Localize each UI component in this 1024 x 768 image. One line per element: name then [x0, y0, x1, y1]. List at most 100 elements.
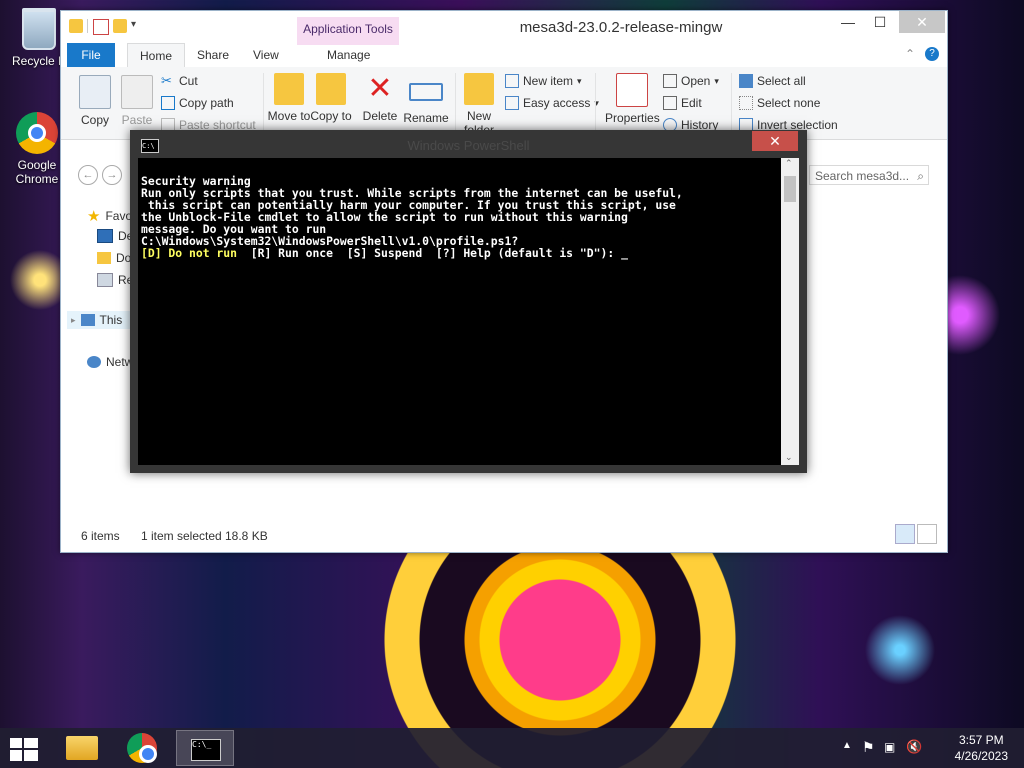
large-icons-view-button[interactable]	[917, 524, 937, 544]
volume-muted-icon[interactable]: 🔇	[906, 739, 922, 755]
tab-view[interactable]: View	[241, 43, 291, 67]
close-button[interactable]: ✕	[899, 11, 945, 33]
cut-button[interactable]: ✂ Cut	[161, 71, 198, 91]
dropdown-arrow-icon: ▾	[714, 75, 719, 86]
taskbar: C:\_ ▲ ⚑ ▣ 🔇 3:57 PM 4/26/2023	[0, 728, 1024, 768]
tab-manage[interactable]: Manage	[315, 43, 382, 67]
windows-logo-icon	[10, 738, 38, 762]
console-scrollbar[interactable]: ⌃ ⌄	[781, 158, 799, 465]
properties-icon[interactable]	[93, 19, 109, 35]
downloads-icon	[97, 252, 111, 264]
help-icon[interactable]: ?	[925, 47, 939, 61]
scrollbar-thumb[interactable]	[784, 176, 796, 202]
maximize-button[interactable]: ☐	[865, 11, 895, 33]
application-tools-context-tab: Application Tools	[297, 17, 399, 45]
network-icon[interactable]: ▣	[884, 740, 895, 754]
new-folder-icon	[464, 73, 494, 105]
paste-icon	[121, 75, 153, 109]
scroll-down-icon[interactable]: ⌄	[785, 452, 793, 463]
select-all-icon	[739, 74, 753, 88]
open-button[interactable]: Open ▾	[663, 71, 719, 91]
selection-count: 1 item selected	[141, 529, 222, 543]
open-icon	[663, 74, 677, 88]
tab-file[interactable]: File	[67, 43, 115, 67]
minimize-button[interactable]: —	[833, 11, 863, 33]
item-count: 6 items	[81, 529, 120, 543]
nav-item-favorites[interactable]: ★ Favo	[87, 207, 132, 225]
edit-button[interactable]: Edit	[663, 93, 702, 113]
console-output[interactable]: Security warning Run only scripts that y…	[138, 158, 781, 465]
powershell-window: C:\ Windows PowerShell ✕ Security warnin…	[130, 130, 807, 473]
computer-icon	[80, 314, 95, 326]
show-hidden-icons-icon[interactable]: ▲	[842, 740, 852, 751]
easy-access-icon	[505, 96, 519, 110]
chrome-icon	[15, 112, 59, 156]
network-icon	[87, 356, 101, 368]
search-input[interactable]: Search mesa3d... ⌕	[809, 165, 929, 185]
file-explorer-icon	[66, 736, 98, 760]
details-view-button[interactable]	[895, 524, 915, 544]
search-icon: ⌕	[917, 169, 924, 183]
new-item-button[interactable]: New item ▾	[505, 71, 582, 91]
select-none-icon	[739, 96, 753, 110]
rename-button[interactable]: Rename	[401, 73, 451, 125]
system-clock[interactable]: 3:57 PM 4/26/2023	[955, 732, 1008, 764]
dropdown-arrow-icon: ▾	[577, 75, 582, 86]
recycle-bin-icon	[17, 8, 61, 52]
delete-x-icon: ✕	[367, 72, 393, 105]
move-to-button[interactable]: Move to	[265, 73, 313, 123]
new-folder-icon[interactable]	[113, 19, 127, 33]
powershell-titlebar: C:\ Windows PowerShell ✕	[130, 130, 807, 158]
select-all-button[interactable]: Select all	[739, 71, 806, 91]
nav-item-recent[interactable]: Re	[97, 273, 133, 287]
prompt-options: [R] Run once [S] Suspend [?] Help (defau…	[237, 246, 622, 260]
tab-home[interactable]: Home	[127, 43, 186, 68]
copy-to-button[interactable]: Copy to	[307, 73, 355, 123]
forward-arrow-icon[interactable]: →	[102, 165, 122, 185]
tab-share[interactable]: Share	[185, 43, 241, 67]
explorer-titlebar: ▾ Application Tools mesa3d-23.0.2-releas…	[61, 11, 947, 45]
scroll-up-icon[interactable]: ⌃	[785, 158, 793, 169]
new-folder-button[interactable]: New folder	[455, 73, 503, 137]
taskbar-chrome[interactable]	[116, 730, 168, 766]
nav-item-downloads[interactable]: Do	[97, 251, 131, 265]
system-tray: ▲ ⚑ ▣ 🔇	[834, 728, 934, 768]
taskbar-powershell[interactable]: C:\_	[176, 730, 234, 766]
delete-button[interactable]: ✕ Delete	[356, 72, 404, 124]
copy-button[interactable]: Copy	[71, 75, 119, 127]
nav-item-network[interactable]: Netw	[87, 355, 133, 369]
select-none-button[interactable]: Select none	[739, 93, 820, 113]
qat-dropdown-icon[interactable]: ▾	[131, 19, 145, 33]
properties-button[interactable]: Properties	[605, 73, 660, 125]
rename-icon	[409, 83, 443, 101]
move-to-icon	[274, 73, 304, 105]
nav-item-desktop[interactable]: De	[97, 229, 133, 243]
nav-item-this-pc[interactable]: ▸ This	[67, 311, 139, 329]
new-item-icon	[505, 74, 519, 88]
easy-access-button[interactable]: Easy access ▾	[505, 93, 599, 113]
action-center-flag-icon[interactable]: ⚑	[862, 739, 875, 756]
back-arrow-icon[interactable]: ←	[78, 165, 98, 185]
prompt-default-option: [D] Do not run	[141, 246, 238, 260]
recent-places-icon	[97, 273, 113, 287]
edit-icon	[663, 96, 677, 110]
copy-to-icon	[316, 73, 346, 105]
copy-path-button[interactable]: Copy path	[161, 93, 234, 113]
chrome-icon	[127, 733, 157, 763]
collapse-ribbon-icon[interactable]: ⌃	[905, 47, 915, 61]
taskbar-file-explorer[interactable]	[56, 730, 108, 766]
properties-icon	[616, 73, 648, 107]
star-icon: ★	[87, 208, 101, 225]
copy-icon	[79, 75, 111, 109]
ribbon-tabs: File Home Share View Manage ⌃ ?	[61, 43, 947, 68]
clock-date: 4/26/2023	[954, 749, 1008, 763]
desktop-icon	[97, 229, 113, 243]
start-button[interactable]	[0, 730, 48, 766]
powershell-close-button[interactable]: ✕	[752, 131, 798, 151]
expand-arrow-icon[interactable]: ▸	[71, 315, 76, 326]
powershell-icon: C:\_	[191, 739, 221, 761]
powershell-title: Windows PowerShell	[407, 138, 530, 153]
status-bar: 6 items 1 item selected 18.8 KB	[61, 514, 947, 552]
paste-button[interactable]: Paste	[113, 75, 161, 127]
clock-time: 3:57 PM	[958, 733, 1004, 747]
